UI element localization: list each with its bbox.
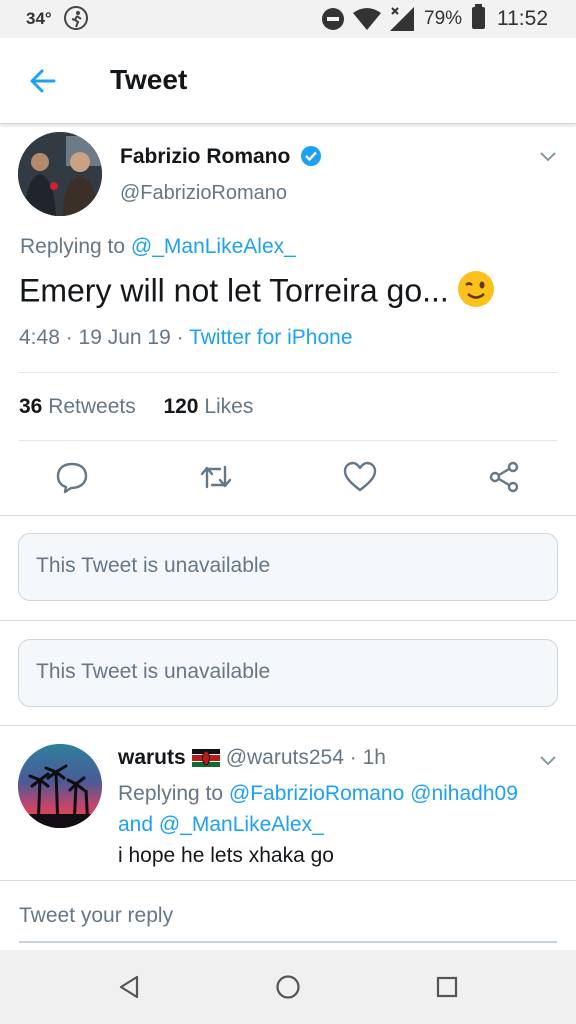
divider: [0, 620, 576, 621]
chevron-down-icon[interactable]: [538, 750, 558, 770]
kenya-flag-icon: [191, 749, 220, 767]
divider: [0, 880, 576, 881]
unavailable-tweet-card: This Tweet is unavailable: [18, 639, 558, 707]
back-nav-icon[interactable]: [116, 974, 142, 1005]
mention-link[interactable]: @_ManLikeAlex_: [131, 235, 296, 258]
tweet-date: 19 Jun 19: [78, 326, 171, 349]
reply-text: i hope he lets xhaka go: [118, 844, 334, 867]
like-icon[interactable]: [342, 459, 378, 495]
wifi-icon: [352, 7, 382, 36]
mention-link[interactable]: @FabrizioRomano: [229, 782, 404, 805]
tweet-time: 4:48: [19, 326, 60, 349]
reply-input[interactable]: Tweet your reply: [19, 904, 173, 928]
system-nav-bar: [0, 950, 576, 1024]
temperature-text: 34°: [26, 9, 52, 28]
retweets-stat[interactable]: 36 Retweets: [19, 395, 136, 418]
author-avatar[interactable]: [18, 132, 102, 216]
tweet-body: Emery will not let Torreira go...: [19, 272, 449, 309]
battery-percent: 79%: [424, 8, 463, 29]
status-bar: 34° 79% 11:52: [0, 0, 576, 38]
page-title: Tweet: [110, 64, 188, 95]
divider: [19, 440, 557, 441]
clock: 11:52: [497, 7, 548, 30]
reply-author-avatar[interactable]: [18, 744, 102, 828]
top-app-bar: Tweet: [0, 38, 576, 124]
author-handle[interactable]: @FabrizioRomano: [120, 182, 287, 205]
reply-author-name[interactable]: waruts: [118, 746, 186, 769]
tweet-meta: 4:48 · 19 Jun 19 · Twitter for iPhone: [19, 326, 353, 349]
arrow-left-icon[interactable]: [28, 66, 58, 96]
author-name[interactable]: Fabrizio Romano: [120, 145, 290, 169]
reply-input-underline: [19, 941, 557, 943]
share-icon[interactable]: [486, 459, 522, 495]
home-nav-icon[interactable]: [275, 974, 301, 1005]
battery-icon: [472, 4, 485, 29]
verified-badge-icon: [300, 145, 322, 167]
reply-age: 1h: [362, 746, 386, 769]
likes-stat[interactable]: 120 Likes: [163, 395, 253, 418]
unavailable-tweet-card: This Tweet is unavailable: [18, 533, 558, 601]
replying-prefix: Replying to: [20, 235, 131, 258]
tweet-text: Emery will not let Torreira go...: [19, 270, 495, 316]
reply-header: waruts @waruts254 · 1h: [118, 746, 386, 769]
chevron-down-icon[interactable]: [538, 146, 558, 166]
tweet-source[interactable]: Twitter for iPhone: [189, 326, 352, 349]
reply-icon[interactable]: [54, 459, 90, 495]
unavailable-text: This Tweet is unavailable: [36, 554, 271, 577]
replying-to: Replying to @_ManLikeAlex_: [20, 235, 296, 259]
unavailable-text: This Tweet is unavailable: [36, 660, 271, 683]
dnd-icon: [322, 8, 344, 30]
mention-link[interactable]: @_ManLikeAlex_: [159, 813, 324, 836]
wink-emoji-icon: [457, 270, 495, 316]
reply-author-handle[interactable]: @waruts254: [226, 746, 344, 769]
divider: [0, 725, 576, 726]
recents-nav-icon[interactable]: [434, 974, 460, 1005]
divider: [0, 515, 576, 516]
mention-link[interactable]: @nihadh09: [410, 782, 518, 805]
cell-signal-icon: [388, 6, 416, 37]
running-icon: [64, 6, 88, 30]
reply-replying-to: Replying to @FabrizioRomano @nihadh09 and…: [118, 782, 518, 836]
divider: [19, 372, 557, 373]
retweet-icon[interactable]: [198, 459, 234, 495]
and-word: and: [118, 813, 154, 836]
tweet-stats: 36 Retweets 120 Likes: [19, 395, 253, 419]
